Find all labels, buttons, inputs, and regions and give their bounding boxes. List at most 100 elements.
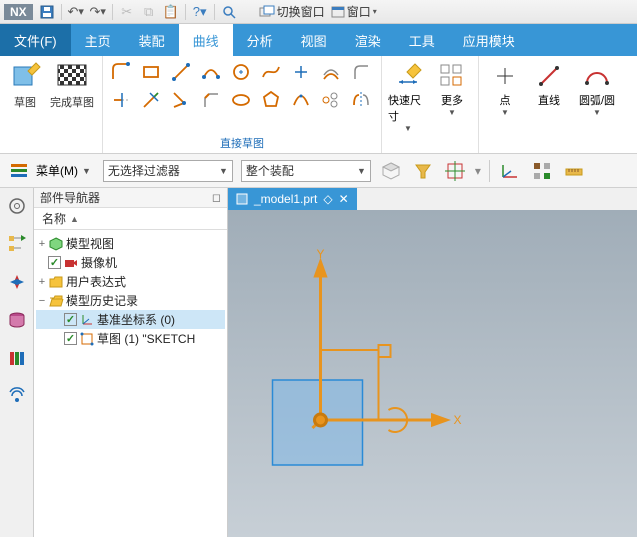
line-button[interactable]: 直线 xyxy=(529,60,569,117)
point-icon xyxy=(492,60,518,92)
arc-icon[interactable] xyxy=(199,60,223,84)
part-navigator-icon[interactable] xyxy=(5,232,29,256)
selection-bar: 菜单(M)▼ 无选择过滤器▼ 整个装配▼ ▾ xyxy=(0,154,637,188)
axis-x-label: X xyxy=(454,413,462,427)
tree-item-camera[interactable]: 摄像机 xyxy=(36,253,225,272)
tab-application[interactable]: 应用模块 xyxy=(449,24,529,56)
viewport[interactable]: X Y xyxy=(228,210,637,537)
folder-open-icon xyxy=(48,293,64,309)
internet-icon[interactable] xyxy=(5,384,29,408)
wcs-icon[interactable] xyxy=(498,159,522,183)
sketch-tools-grid xyxy=(109,60,375,114)
copy-icon[interactable]: ⧉ xyxy=(141,4,157,20)
sel-cube-icon[interactable] xyxy=(379,159,403,183)
line-2pt-icon[interactable] xyxy=(169,60,193,84)
window-menu-button[interactable]: 窗口 ▾ xyxy=(331,3,377,20)
cut-icon[interactable]: ✂ xyxy=(119,4,135,20)
selection-filter-combo[interactable]: 无选择过滤器▼ xyxy=(103,160,233,182)
measure-icon[interactable] xyxy=(562,159,586,183)
fillet-icon[interactable] xyxy=(349,60,373,84)
help-icon[interactable]: ?▾ xyxy=(192,4,208,20)
tab-close-icon[interactable]: ✕ xyxy=(339,192,349,206)
arc-circle-button[interactable]: 圆弧/圆 ▼ xyxy=(573,60,621,117)
more-icon xyxy=(439,60,465,92)
switch-window-button[interactable]: 切换窗口 xyxy=(259,3,325,20)
tree-item-user-expr[interactable]: + 用户表达式 xyxy=(36,272,225,291)
tree-item-model-view[interactable]: + 模型视图 xyxy=(36,234,225,253)
expand-icon[interactable]: + xyxy=(36,238,48,250)
expand-icon[interactable]: + xyxy=(36,276,48,288)
search-icon[interactable] xyxy=(221,4,237,20)
menu-button[interactable]: 菜单(M)▼ xyxy=(6,160,95,182)
collapse-icon[interactable]: − xyxy=(36,295,48,307)
spline-icon[interactable] xyxy=(259,60,283,84)
conic-icon[interactable] xyxy=(289,88,313,112)
cube-green-icon xyxy=(48,236,64,252)
tree-item-sketch[interactable]: 草图 (1) "SKETCH xyxy=(36,329,225,348)
tab-home[interactable]: 主页 xyxy=(71,24,125,56)
checkbox-icon[interactable] xyxy=(64,332,77,345)
undo-icon[interactable]: ↶▾ xyxy=(68,4,84,20)
title-bar: NX ↶▾ ↷▾ ✂ ⧉ 📋 ?▾ 切换窗口 窗口 ▾ xyxy=(0,0,637,24)
sel-crosshair-icon[interactable] xyxy=(443,159,467,183)
save-icon[interactable] xyxy=(39,4,55,20)
rectangle-icon[interactable] xyxy=(139,60,163,84)
part-file-icon xyxy=(236,193,248,205)
chamfer-icon[interactable] xyxy=(199,88,223,112)
menu-icon xyxy=(10,162,32,180)
arc-circle-icon xyxy=(582,60,612,92)
direct-sketch-group-label[interactable]: 直接草图 xyxy=(220,135,264,151)
app-logo: NX xyxy=(4,4,33,20)
panel-pin-icon[interactable]: ◻ xyxy=(212,191,221,204)
circle-icon[interactable] xyxy=(229,60,253,84)
tab-assembly[interactable]: 装配 xyxy=(125,24,179,56)
quick-dim-button[interactable]: 快速尺寸 ▼ xyxy=(388,60,428,133)
tab-pin-icon[interactable]: ◇ xyxy=(323,192,332,206)
extend-icon[interactable] xyxy=(139,88,163,112)
checkbox-icon[interactable] xyxy=(48,256,61,269)
redo-icon[interactable]: ↷▾ xyxy=(90,4,106,20)
resource-bar xyxy=(0,188,34,537)
part-navigator-title: 部件导航器 xyxy=(40,189,100,206)
paste-icon[interactable]: 📋 xyxy=(163,4,179,20)
finish-sketch-button[interactable]: 完成草图 xyxy=(48,60,96,110)
trim-icon[interactable] xyxy=(109,88,133,112)
polygon-icon[interactable] xyxy=(259,88,283,112)
constraint-navigator-icon[interactable] xyxy=(5,270,29,294)
checkbox-icon[interactable] xyxy=(64,313,77,326)
bookshelf-icon[interactable] xyxy=(5,346,29,370)
column-header-name[interactable]: 名称 ▲ xyxy=(34,208,227,230)
sketch-icon xyxy=(9,60,41,92)
tab-file[interactable]: 文件(F) xyxy=(0,24,71,56)
tab-render[interactable]: 渲染 xyxy=(341,24,395,56)
point-button[interactable]: 点 ▼ xyxy=(485,60,525,117)
corner-icon[interactable] xyxy=(169,88,193,112)
navigator-tree: + 模型视图 摄像机 + 用户表达式 − 模型历史记录 xyxy=(34,230,227,352)
assembly-nav-icon[interactable] xyxy=(530,159,554,183)
settings-gear-icon[interactable] xyxy=(5,194,29,218)
sketch-button[interactable]: 草图 xyxy=(6,60,44,110)
point-tool-icon[interactable] xyxy=(289,60,313,84)
mirror-icon[interactable] xyxy=(349,88,373,112)
switch-window-label: 切换窗口 xyxy=(277,3,325,20)
tree-item-history[interactable]: − 模型历史记录 xyxy=(36,291,225,310)
tab-analyze[interactable]: 分析 xyxy=(233,24,287,56)
sel-filter-icon[interactable] xyxy=(411,159,435,183)
reuse-library-icon[interactable] xyxy=(5,308,29,332)
document-tabs: _model1.prt ◇ ✕ xyxy=(228,188,637,210)
profile-icon[interactable] xyxy=(109,60,133,84)
folder-icon xyxy=(48,274,64,290)
ribbon: 草图 完成草图 直接草图 xyxy=(0,56,637,154)
pattern-icon[interactable] xyxy=(319,88,343,112)
ellipse-icon[interactable] xyxy=(229,88,253,112)
csys-icon xyxy=(79,312,95,328)
offset-curve-icon[interactable] xyxy=(319,60,343,84)
main-area: 部件导航器 ◻ 名称 ▲ + 模型视图 摄像机 + 用户表达式 xyxy=(0,188,637,537)
tree-item-datum-csys[interactable]: 基准坐标系 (0) xyxy=(36,310,225,329)
tab-tools[interactable]: 工具 xyxy=(395,24,449,56)
tab-view[interactable]: 视图 xyxy=(287,24,341,56)
tab-curve[interactable]: 曲线 xyxy=(179,24,233,56)
document-tab[interactable]: _model1.prt ◇ ✕ xyxy=(228,188,357,210)
more-button[interactable]: 更多 ▼ xyxy=(432,60,472,133)
selection-scope-combo[interactable]: 整个装配▼ xyxy=(241,160,371,182)
